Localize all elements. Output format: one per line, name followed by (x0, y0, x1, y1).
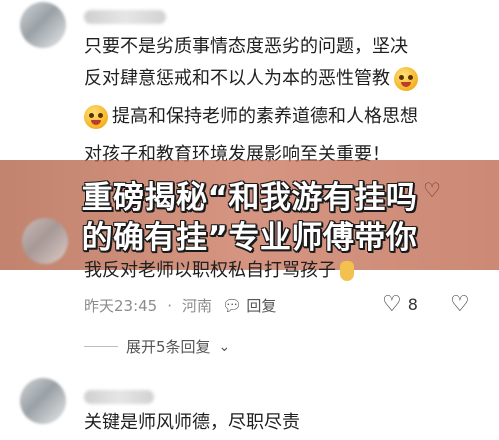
comment-text-line: 我反对老师以职权私自打骂孩子 (84, 258, 354, 284)
broken-heart-icon: ♡ (450, 292, 470, 317)
username[interactable] (84, 10, 166, 24)
separator: · (167, 296, 173, 315)
banner-headline: 的确有挂”专业师傅带你 (81, 220, 418, 256)
dislike-button[interactable]: ♡ (450, 292, 470, 317)
like-count: 8 (407, 295, 418, 314)
grimace-emoji-icon (394, 67, 418, 91)
comment-text: 反对肆意惩戒和不以人为本的恶性管教 (84, 68, 390, 89)
comment-text: 提高和保持老师的素养道德和人格思想 (112, 106, 418, 127)
divider (84, 346, 118, 347)
heart-icon: ♡ (382, 292, 402, 317)
banner-headline: 重磅揭秘“和我游有挂吗 (81, 180, 418, 216)
timestamp: 昨天23:45 (84, 297, 158, 315)
comment-meta: 昨天23:45 · 河南 💬︎ 回复 (84, 295, 276, 316)
chevron-down-icon: ⌄ (218, 338, 231, 355)
expand-replies-button[interactable]: 展开5条回复 ⌄ (84, 336, 230, 357)
username[interactable] (84, 390, 154, 404)
reply-button[interactable]: 💬︎ 回复 (222, 295, 276, 316)
comment-text-line: 只要不是劣质事情态度恶劣的问题，坚决 (84, 36, 408, 57)
location: 河南 (182, 297, 213, 315)
avatar[interactable] (20, 2, 66, 48)
hand-emoji-icon (340, 261, 354, 281)
comment-text: 我反对老师以职权私自打骂孩子 (84, 260, 336, 281)
comment-text-line: 反对肆意惩戒和不以人为本的恶性管教 (84, 66, 422, 92)
avatar[interactable] (20, 378, 66, 424)
like-button[interactable]: ♡ 8 (382, 292, 418, 317)
chat-bubble-icon: 💬︎ (222, 296, 243, 315)
comment-text-line: 提高和保持老师的素养道德和人格思想 (80, 104, 418, 130)
expand-label: 展开5条回复 (126, 338, 211, 356)
comment-text-line: 关键是师风师德，尽职尽责 (84, 412, 300, 433)
grimace-emoji-icon (84, 105, 108, 129)
ad-banner[interactable]: ♡ 重磅揭秘“和我游有挂吗 的确有挂”专业师傅带你 (0, 160, 499, 270)
